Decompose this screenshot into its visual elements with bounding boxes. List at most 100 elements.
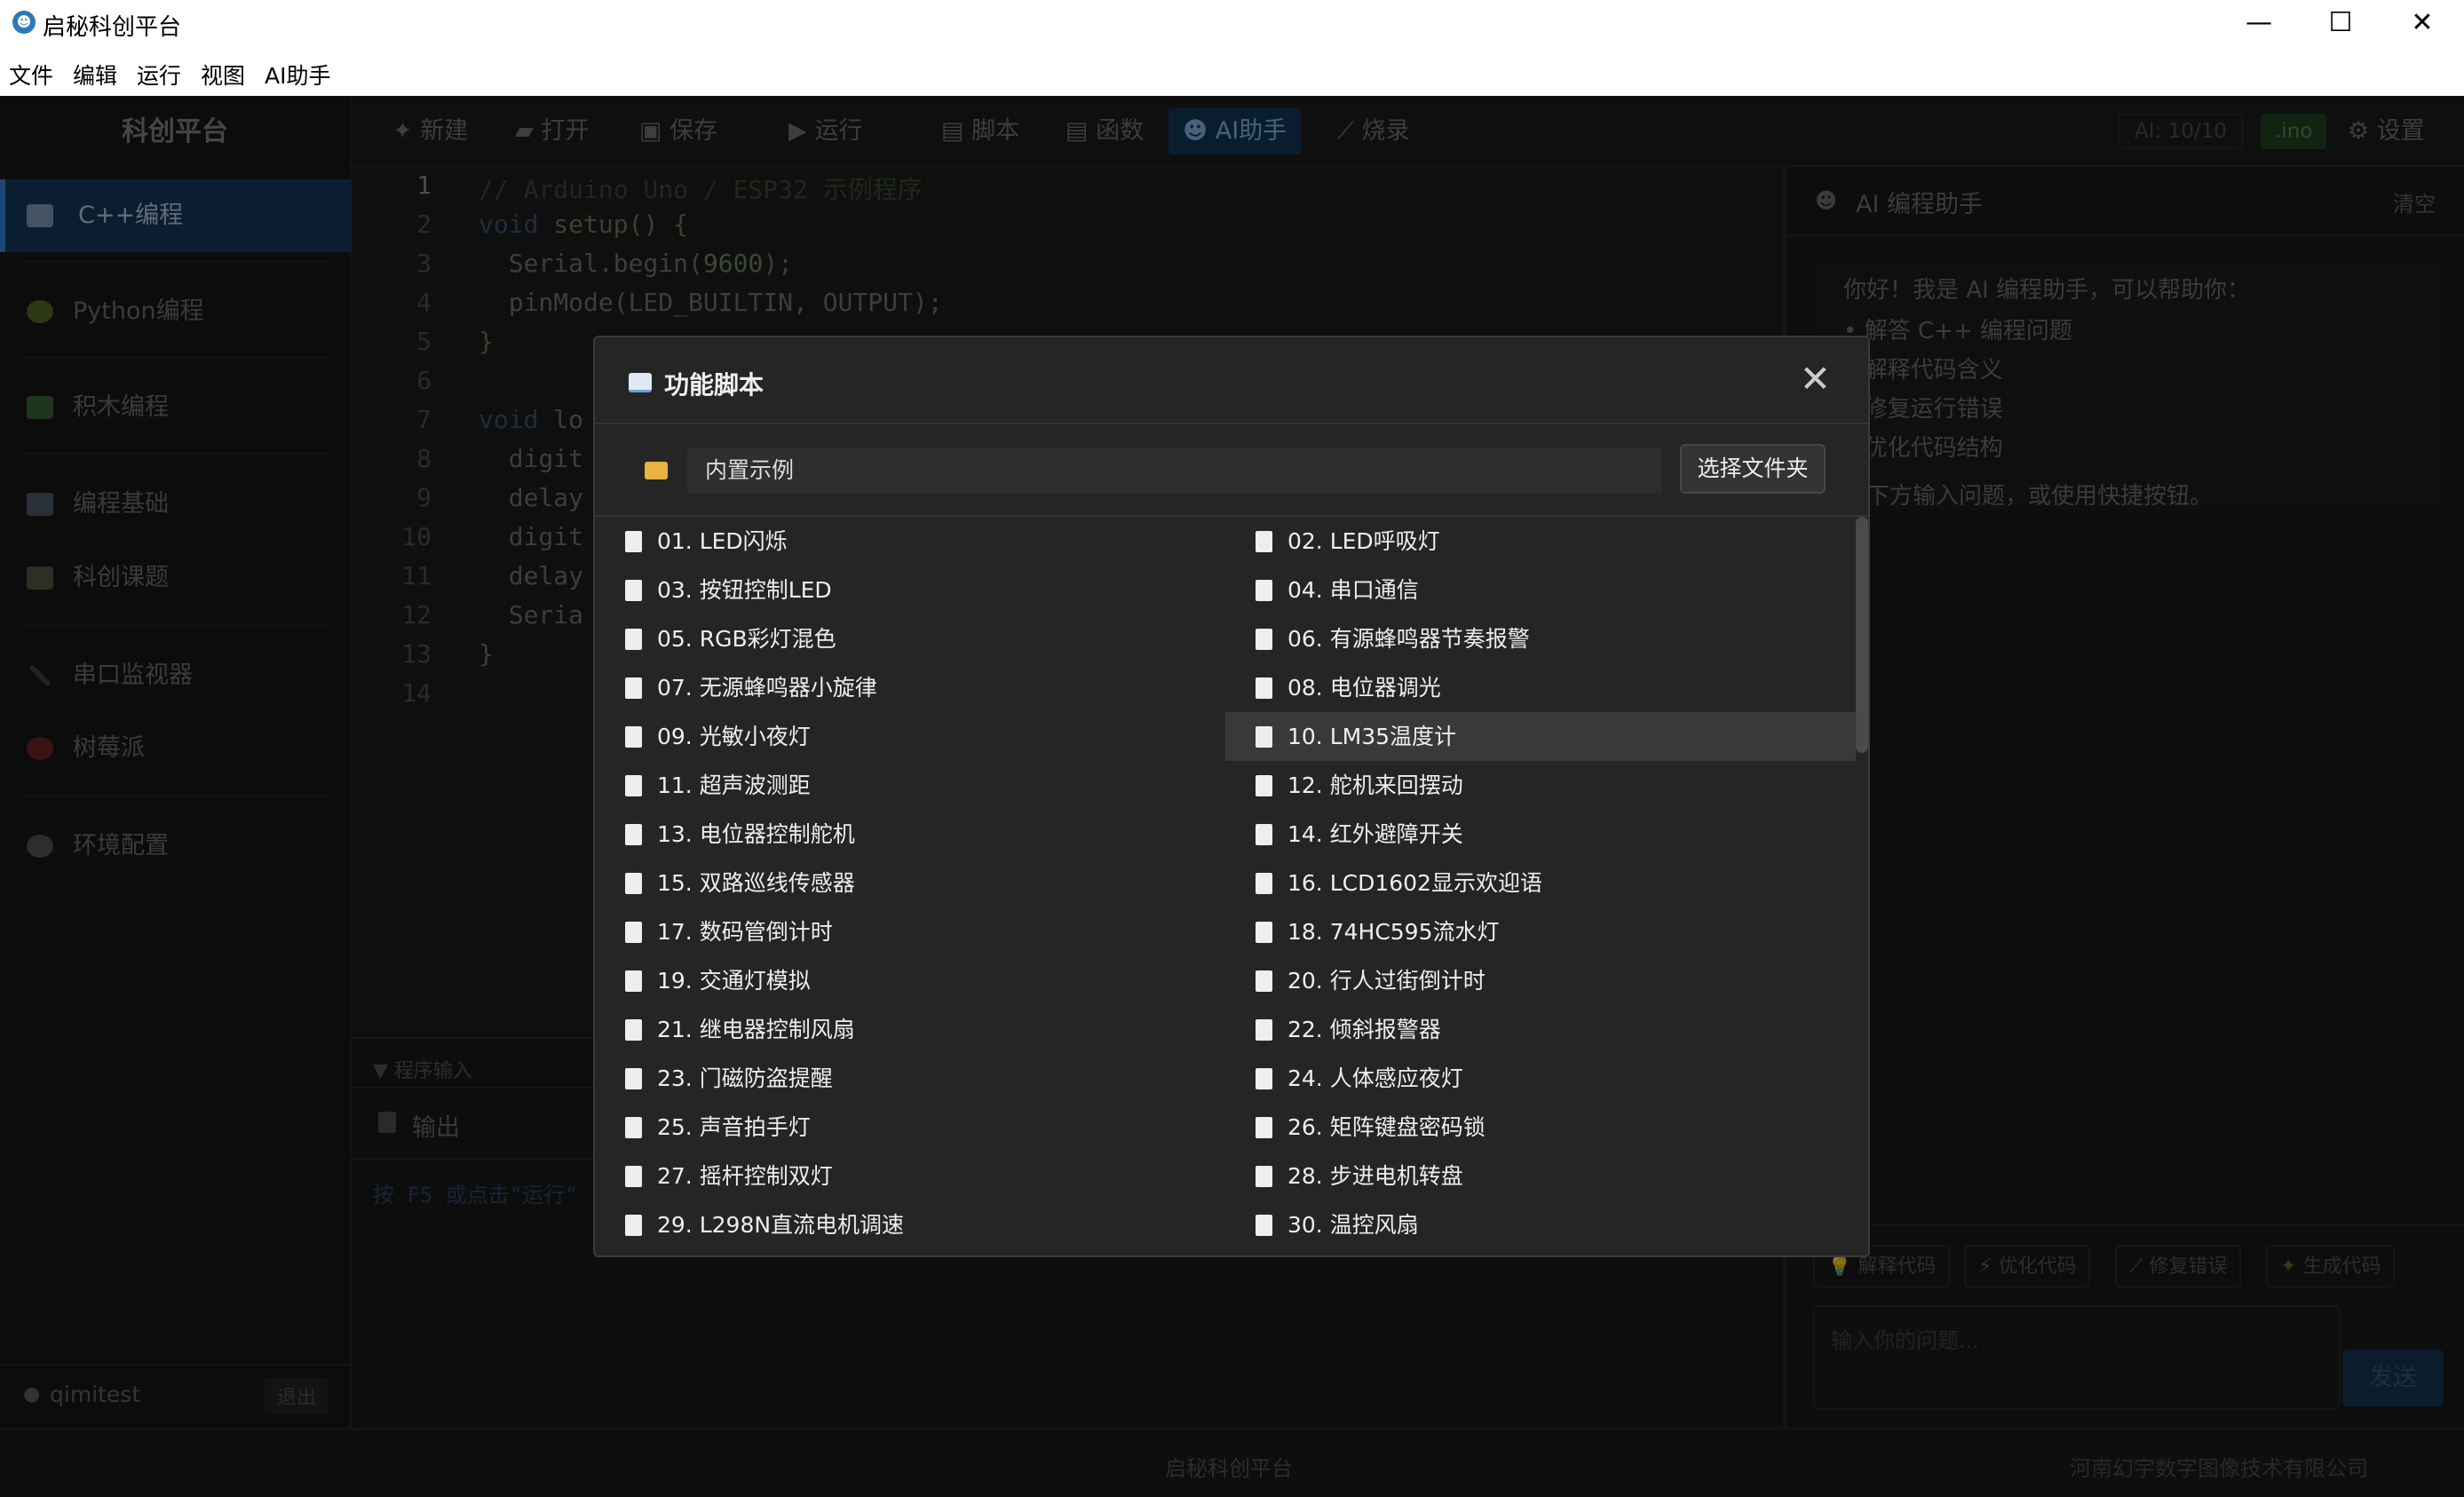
script-item[interactable]: 19. 交通灯模拟 [595,956,1225,1005]
document-icon [1256,873,1272,894]
document-icon [625,970,642,992]
script-item-label: 13. 电位器控制舵机 [657,821,855,847]
script-item-label: 21. 继电器控制风扇 [657,1017,855,1042]
script-item-label: 01. LED闪烁 [657,528,788,554]
script-item-label: 04. 串口通信 [1287,577,1419,603]
script-item[interactable]: 21. 继电器控制风扇 [595,1005,1225,1054]
script-item[interactable]: 03. 按钮控制LED [595,566,1225,614]
script-item-label: 02. LED呼吸灯 [1287,528,1440,554]
script-item[interactable]: 08. 电位器调光 [1225,663,1856,712]
scrollbar-thumb[interactable] [1856,517,1868,753]
document-icon [1256,824,1272,845]
script-item[interactable]: 05. RGB彩灯混色 [595,614,1225,663]
document-icon [625,726,642,748]
script-item[interactable]: 16. LCD1602显示欢迎语 [1225,859,1856,907]
menu-edit[interactable]: 编辑 [73,59,117,91]
script-item-label: 26. 矩阵键盘密码锁 [1287,1114,1486,1140]
script-item[interactable]: 07. 无源蜂鸣器小旋律 [595,663,1225,712]
minimize-button[interactable]: — [2218,0,2300,46]
document-icon [625,1068,642,1089]
menu-run[interactable]: 运行 [137,59,181,91]
script-item[interactable]: 12. 舵机来回摆动 [1225,761,1856,810]
close-icon[interactable]: ✕ [1800,357,1831,400]
document-icon [1256,629,1272,650]
menu-bar: 文件 编辑 运行 视图 AI助手 [0,46,2464,96]
script-item-label: 29. L298N直流电机调速 [657,1212,905,1238]
document-icon [1256,922,1272,943]
menu-file[interactable]: 文件 [9,59,53,91]
script-item-label: 22. 倾斜报警器 [1287,1017,1441,1042]
script-item-label: 07. 无源蜂鸣器小旋律 [657,675,877,701]
document-icon [625,873,642,894]
script-item-label: 28. 步进电机转盘 [1287,1163,1463,1189]
document-icon [625,629,642,650]
menu-ai[interactable]: AI助手 [265,59,330,91]
choose-folder-button[interactable]: 选择文件夹 [1680,444,1826,494]
script-item[interactable]: 10. LM35温度计 [1225,712,1856,761]
menu-view[interactable]: 视图 [201,59,245,91]
close-window-button[interactable]: ✕ [2381,0,2463,46]
script-item[interactable]: 20. 行人过街倒计时 [1225,956,1856,1005]
script-item-label: 20. 行人过街倒计时 [1287,968,1486,994]
document-icon [625,1166,642,1187]
folder-row: 内置示例 选择文件夹 [595,424,1868,517]
dialog-title: 功能脚本 [664,370,765,400]
script-item-label: 27. 摇杆控制双灯 [657,1163,833,1189]
script-item-label: 12. 舵机来回摆动 [1287,772,1463,798]
document-icon [625,1117,642,1138]
script-item-label: 03. 按钮控制LED [657,577,832,603]
document-icon [625,1215,642,1236]
document-icon [625,775,642,796]
script-item[interactable]: 22. 倾斜报警器 [1225,1005,1856,1054]
document-icon [1256,580,1272,601]
title-bar: ☻ 启秘科创平台 — ☐ ✕ [0,0,2464,46]
script-item-label: 24. 人体感应夜灯 [1287,1065,1463,1091]
document-icon [1256,726,1272,748]
document-icon [625,580,642,601]
script-item[interactable]: 13. 电位器控制舵机 [595,810,1225,859]
script-item-label: 16. LCD1602显示欢迎语 [1287,870,1542,896]
script-item[interactable]: 02. LED呼吸灯 [1225,517,1856,566]
document-icon [1256,1019,1272,1041]
script-item-label: 23. 门磁防盗提醒 [657,1065,833,1091]
script-item-label: 10. LM35温度计 [1287,724,1457,749]
script-item[interactable]: 24. 人体感应夜灯 [1225,1054,1856,1103]
script-item-label: 11. 超声波测距 [657,772,811,798]
window-title: 启秘科创平台 [43,14,182,41]
script-item[interactable]: 15. 双路巡线传感器 [595,859,1225,907]
document-icon [1256,970,1272,992]
script-item[interactable]: 01. LED闪烁 [595,517,1225,566]
script-item-label: 09. 光敏小夜灯 [657,724,811,749]
script-item[interactable]: 26. 矩阵键盘密码锁 [1225,1103,1856,1152]
script-item[interactable]: 06. 有源蜂鸣器节奏报警 [1225,614,1856,663]
script-item[interactable]: 28. 步进电机转盘 [1225,1152,1856,1200]
script-item-label: 06. 有源蜂鸣器节奏报警 [1287,626,1530,652]
maximize-button[interactable]: ☐ [2300,0,2381,46]
script-item-label: 18. 74HC595流水灯 [1287,919,1500,945]
document-icon [625,824,642,845]
script-item[interactable]: 09. 光敏小夜灯 [595,712,1225,761]
script-item[interactable]: 30. 温控风扇 [1225,1200,1856,1249]
document-icon [1256,1117,1272,1138]
document-icon [625,531,642,552]
document-icon [625,1019,642,1041]
script-item[interactable]: 14. 红外避障开关 [1225,810,1856,859]
script-item[interactable]: 27. 摇杆控制双灯 [595,1152,1225,1200]
app-logo-icon: ☻ [12,11,36,34]
folder-path-field[interactable]: 内置示例 [687,448,1662,494]
script-item[interactable]: 18. 74HC595流水灯 [1225,907,1856,956]
script-item[interactable]: 04. 串口通信 [1225,566,1856,614]
script-item-label: 25. 声音拍手灯 [657,1114,811,1140]
script-item[interactable]: 17. 数码管倒计时 [595,907,1225,956]
script-item-label: 08. 电位器调光 [1287,675,1441,701]
script-item[interactable]: 23. 门磁防盗提醒 [595,1054,1225,1103]
script-item[interactable]: 29. L298N直流电机调速 [595,1200,1225,1249]
document-icon [1256,1166,1272,1187]
script-list: 01. LED闪烁 02. LED呼吸灯 03. 按钮控制LED 04. 串口通信 05… [595,517,1856,1255]
dialog-header: 功能脚本 ✕ [595,337,1868,424]
document-icon [625,922,642,943]
script-item[interactable]: 11. 超声波测距 [595,761,1225,810]
script-item[interactable]: 25. 声音拍手灯 [595,1103,1225,1152]
book-icon [629,373,652,392]
document-icon [1256,1215,1272,1236]
